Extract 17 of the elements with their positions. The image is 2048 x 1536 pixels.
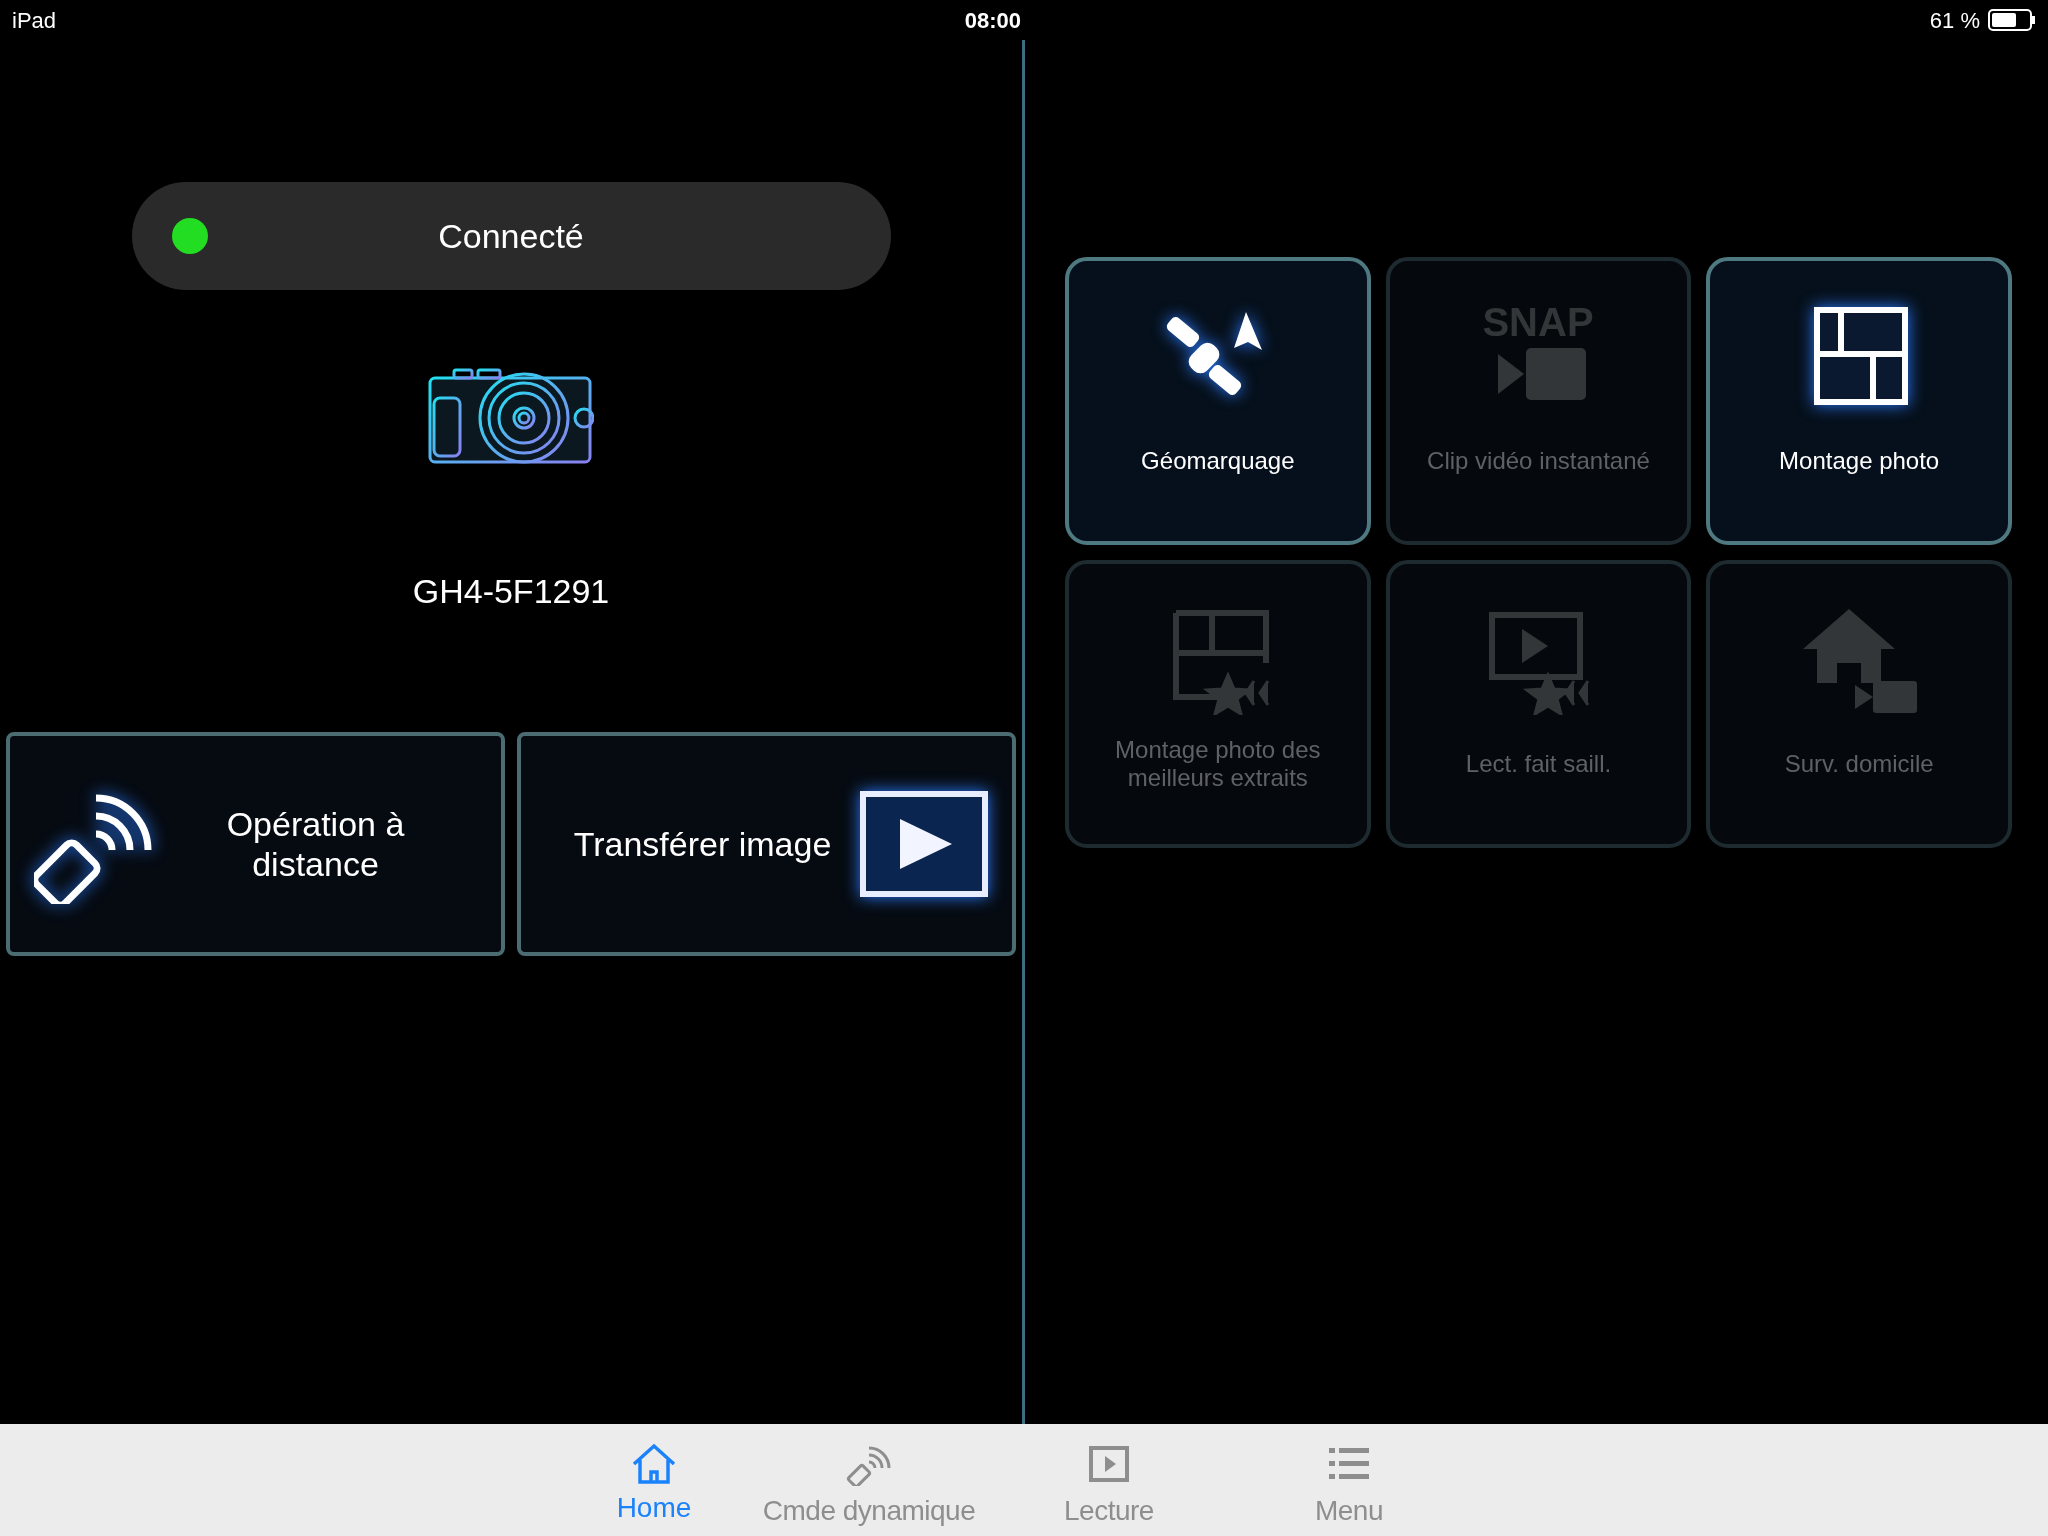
feature-tile[interactable]: Géomarquage <box>1065 257 1371 545</box>
battery-icon <box>1988 9 2036 31</box>
remote-operation-button[interactable]: Opération à distance <box>6 732 505 956</box>
device-name: iPad <box>12 6 57 35</box>
tab-bar-item[interactable]: Menu <box>1234 1424 1464 1536</box>
connection-label: Connecté <box>437 215 585 257</box>
tab-bar-item[interactable]: Cmde dynamique <box>754 1424 984 1536</box>
transfer-image-button[interactable]: Transférer image <box>517 732 1016 956</box>
play-icon <box>860 791 988 897</box>
clock-time: 08:00 <box>964 6 1022 35</box>
battery-percent: 61 % <box>1929 6 1980 35</box>
home-icon <box>630 1442 678 1486</box>
feature-tile[interactable]: Montage photo <box>1706 257 2012 545</box>
camera-name: GH4-5F1291 <box>412 571 610 612</box>
tab-bar-item[interactable]: Lecture <box>994 1424 1224 1536</box>
tab-bar-item[interactable]: Home <box>564 1424 744 1536</box>
camera-icon <box>428 368 594 466</box>
